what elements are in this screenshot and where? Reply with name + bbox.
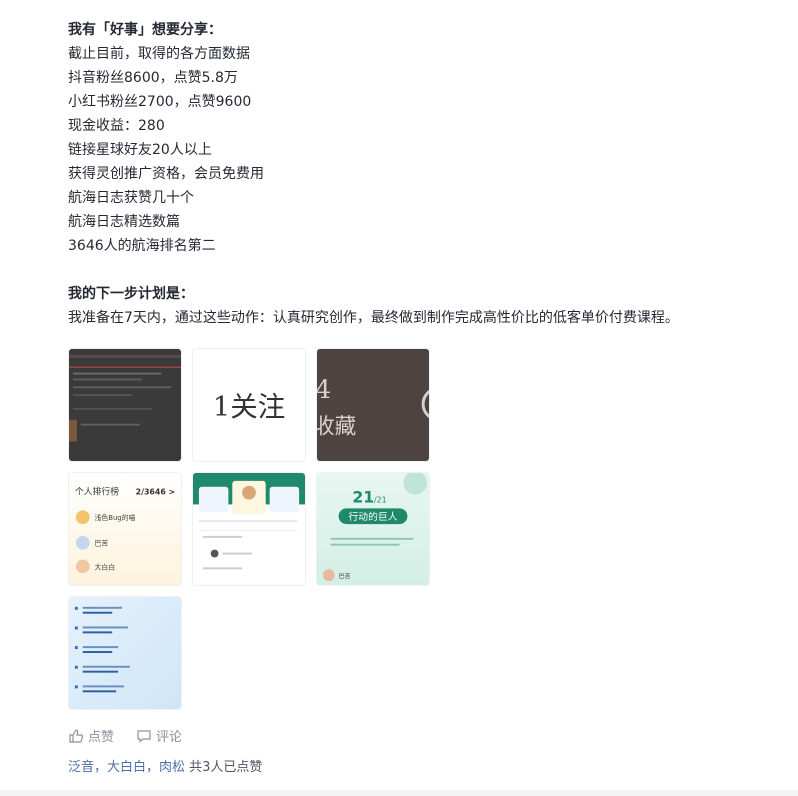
like-count-text: 共3人已点赞 [185, 760, 263, 775]
post-actions: 点赞 评论 [68, 726, 182, 745]
post-line: 截止目前，取得的各方面数据 [68, 46, 250, 62]
image-thumb-6[interactable]: 21 /21 行动的巨人 巴苦 [316, 472, 430, 586]
image-thumb-5[interactable] [192, 472, 306, 586]
post-line: 链接星球好友20人以上 [68, 142, 212, 158]
follow-count-text: 1关注 [213, 391, 286, 423]
image-thumb-2[interactable]: 1关注 [192, 348, 306, 462]
bottom-divider [0, 790, 798, 796]
favorites-count-text: 4 [317, 375, 331, 405]
image-thumb-7[interactable] [68, 596, 182, 710]
post-line: 小红书粉丝2700，点赞9600 [68, 94, 252, 110]
image-thumb-4[interactable]: 个人排行榜 2/3646 > 浅色Bug的喵 巴苦 大白白 [68, 472, 182, 586]
post-line: 我有「好事」想要分享： [68, 22, 222, 38]
ranking-image: 个人排行榜 2/3646 > 浅色Bug的喵 巴苦 大白白 [69, 473, 181, 585]
favorites-image: 4 收藏 [317, 349, 429, 461]
plan-title: 我的下一步计划是： [68, 286, 194, 302]
post-line: 3646人的航海排名第二 [68, 238, 216, 254]
achievement-user: 巴苦 [339, 572, 351, 580]
course-outline-image [69, 597, 181, 709]
like-button[interactable]: 点赞 [68, 726, 114, 745]
plan-text: 我准备在7天内，通过这些动作：认真研究创作，最终做到制作完成高性价比的低客单价付… [68, 310, 679, 326]
post-line: 航海日志获赞几十个 [68, 190, 194, 206]
ranking-position: 2/3646 > [136, 488, 175, 497]
achievement-total: /21 [374, 495, 387, 504]
comment-button[interactable]: 评论 [136, 726, 182, 745]
dark-screenshot-image [69, 349, 181, 461]
image-grid: 1关注 4 收藏 个人排行榜 2/3646 > 浅色Bug的喵 巴苦 [68, 348, 432, 710]
post-line: 航海日志精选数篇 [68, 214, 180, 230]
post-body: 我有「好事」想要分享： 截止目前，取得的各方面数据 抖音粉丝8600，点赞5.8… [68, 18, 768, 330]
ranking-row: 大白白 [95, 562, 116, 571]
bronze-medal-icon [75, 559, 90, 574]
achievement-count: 21 [352, 487, 374, 506]
ranking-row: 巴苦 [95, 539, 109, 548]
leaderboard-image [193, 473, 305, 585]
post-line: 抖音粉丝8600，点赞5.8万 [68, 70, 238, 86]
follow-count-image: 1关注 [193, 349, 305, 461]
favorites-label-text: 收藏 [317, 414, 356, 439]
image-thumb-3[interactable]: 4 收藏 [316, 348, 430, 462]
likes-summary: 泛音，大白白，肉松 共3人已点赞 [68, 756, 262, 775]
ranking-row: 浅色Bug的喵 [95, 513, 136, 522]
thumbs-up-icon [69, 728, 84, 743]
achievement-badge: 行动的巨人 [348, 510, 397, 523]
gold-medal-icon [75, 510, 90, 525]
silver-medal-icon [75, 535, 90, 550]
liker-names[interactable]: 泛音，大白白，肉松 [68, 760, 185, 775]
ranking-title: 个人排行榜 [75, 486, 119, 498]
comment-label: 评论 [156, 730, 183, 745]
image-thumb-1[interactable] [68, 348, 182, 462]
achievement-image: 21 /21 行动的巨人 巴苦 [317, 473, 429, 585]
like-label: 点赞 [88, 730, 115, 745]
post-line: 获得灵创推广资格，会员免费用 [68, 166, 264, 182]
comment-icon [137, 729, 151, 743]
post-line: 现金收益：280 [68, 118, 165, 134]
